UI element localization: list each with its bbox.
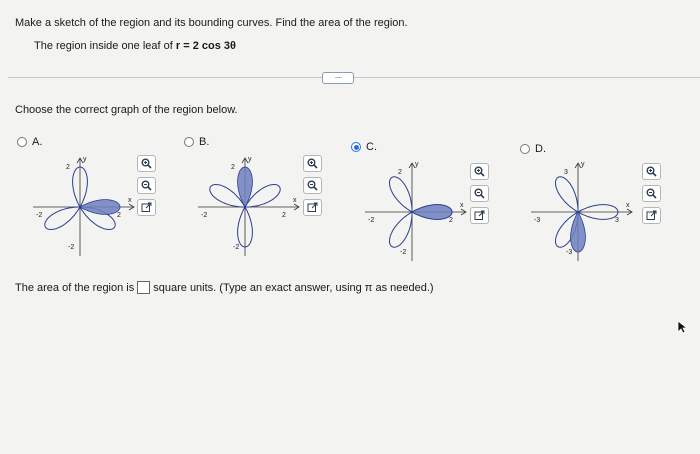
instruction-text: Make a sketch of the region and its boun… [15,17,408,29]
y-axis-label: y [248,156,252,163]
option-c-label: C. [366,141,377,153]
x-tick-label: 3 [615,217,619,224]
option-d-plot: 3 -3 3 -3 x y [531,161,633,261]
zoom-in-icon[interactable] [642,163,661,180]
option-c-tools [470,163,489,224]
option-d-radio-group[interactable]: D. [520,143,546,155]
open-new-window-icon[interactable] [137,199,156,216]
y-tick-label: 3 [564,169,568,176]
option-b-radio[interactable] [184,137,194,147]
option-c-graph: 2 -2 2 -2 x y [357,155,477,270]
prompt-text: The region inside one leaf of r = 2 cos … [34,40,236,52]
y-tick-label-negative: -2 [400,249,406,256]
zoom-out-icon[interactable] [642,185,661,202]
open-new-window-icon[interactable] [303,199,322,216]
prompt-prefix: The region inside one leaf of [34,40,173,52]
shaded-leaf [79,199,121,215]
option-d-label: D. [535,143,546,155]
y-tick-label: 2 [66,164,70,171]
shaded-leaf [237,166,253,208]
shaded-leaf [570,211,586,253]
x-tick-label-negative: -2 [201,212,207,219]
zoom-in-icon[interactable] [137,155,156,172]
x-tick-label: 2 [449,217,453,224]
prompt-equation: r = 2 cos 3θ [175,40,236,52]
section-divider [8,77,700,78]
open-new-window-icon[interactable] [470,207,489,224]
choose-text: Choose the correct graph of the region b… [15,104,238,116]
option-c-plot: 2 -2 2 -2 x y [365,161,467,261]
option-b-graph: 2 -2 2 -2 x y [190,150,310,265]
option-a-radio-group[interactable]: A. [17,136,42,148]
zoom-in-icon[interactable] [303,155,322,172]
option-a-graph: 2 -2 2 -2 x y [25,150,145,265]
option-b-tools [303,155,322,216]
open-new-window-icon[interactable] [642,207,661,224]
option-a-tools [137,155,156,216]
option-a-label: A. [32,136,43,148]
zoom-out-icon[interactable] [470,185,489,202]
answer-suffix: square units. (Type an exact answer, usi… [153,281,434,294]
shaded-leaf [411,204,453,220]
x-tick-label-negative: -2 [36,212,42,219]
y-tick-label-negative: -3 [566,249,572,256]
y-tick-label: 2 [231,164,235,171]
x-axis-label: x [293,197,297,204]
zoom-out-icon[interactable] [303,177,322,194]
x-axis-label: x [460,202,464,209]
x-tick-label: 2 [282,212,286,219]
option-d-tools [642,163,661,224]
answer-row: The area of the region is square units. … [15,281,434,294]
zoom-in-icon[interactable] [470,163,489,180]
x-tick-label-negative: -2 [368,217,374,224]
y-tick-label-negative: -2 [68,244,74,251]
y-tick-label: 2 [398,169,402,176]
option-b-plot: 2 -2 2 -2 x y [198,156,300,256]
option-b-label: B. [199,136,210,148]
option-d-radio[interactable] [520,144,530,154]
answer-prefix: The area of the region is [15,281,135,294]
y-axis-label: y [415,161,419,168]
option-a-plot: 2 -2 2 -2 x y [33,156,135,256]
y-axis-label: y [83,156,87,163]
x-tick-label-negative: -3 [534,217,540,224]
y-tick-label-negative: -2 [233,244,239,251]
x-tick-label: 2 [117,212,121,219]
y-axis-label: y [581,161,585,168]
option-d-graph: 3 -3 3 -3 x y [523,155,643,270]
option-c-radio-group[interactable]: C. [351,141,377,153]
answer-input[interactable] [137,281,151,294]
x-axis-label: x [128,197,132,204]
x-axis-label: x [626,202,630,209]
zoom-out-icon[interactable] [137,177,156,194]
option-c-radio[interactable] [351,142,361,152]
option-a-radio[interactable] [17,137,27,147]
more-button[interactable]: ···· [322,72,354,84]
mouse-cursor-icon [677,320,689,339]
option-b-radio-group[interactable]: B. [184,136,209,148]
